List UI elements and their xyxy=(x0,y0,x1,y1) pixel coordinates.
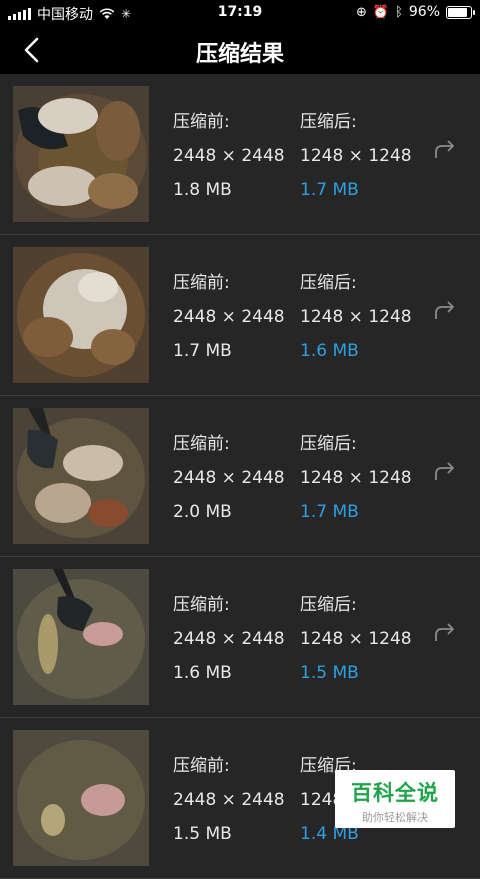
page-title: 压缩结果 xyxy=(195,42,284,67)
bluetooth-icon: ᛒ xyxy=(395,4,403,20)
watermark-title: 百科全说 xyxy=(351,781,439,805)
before-info: 压缩前: 2448 × 2448 1.6 MB xyxy=(173,595,285,683)
result-row: 压缩前: 2448 × 2448 1.8 MB 压缩后: 1248 × 1248… xyxy=(0,74,480,235)
share-arrow-icon xyxy=(435,462,454,480)
after-label: 压缩后: xyxy=(300,273,357,293)
food-photo-thumbnail[interactable] xyxy=(13,247,149,383)
before-dimensions: 2448 × 2448 xyxy=(173,307,285,327)
watermark-logo: 百科全说 助你轻松解决 xyxy=(335,770,455,828)
before-dimensions: 2448 × 2448 xyxy=(173,629,285,649)
before-label: 压缩前: xyxy=(173,273,230,293)
before-label: 压缩前: xyxy=(173,756,230,776)
result-row: 压缩前: 2448 × 2448 2.0 MB 压缩后: 1248 × 1248… xyxy=(0,396,480,557)
before-dimensions: 2448 × 2448 xyxy=(173,790,285,810)
before-size: 1.5 MB xyxy=(173,824,232,844)
nav-bar: 压缩结果 xyxy=(0,26,480,74)
share-arrow-icon xyxy=(435,623,454,641)
before-size: 1.8 MB xyxy=(173,180,232,200)
food-photo-thumbnail[interactable] xyxy=(13,408,149,544)
before-size: 2.0 MB xyxy=(173,502,232,522)
share-arrow-icon xyxy=(435,140,454,158)
alarm-icon: ⏰ xyxy=(372,4,390,20)
status-right: ⊕ ⏰ ᛒ 96% xyxy=(355,4,475,20)
after-info: 压缩后: 1248 × 1248 1.5 MB xyxy=(300,595,412,683)
after-label: 压缩后: xyxy=(300,595,357,615)
after-size: 1.7 MB xyxy=(300,502,359,522)
share-button[interactable] xyxy=(432,297,458,323)
before-dimensions: 2448 × 2448 xyxy=(173,146,285,166)
after-dimensions: 1248 × 1248 xyxy=(300,468,412,488)
food-photo-thumbnail[interactable] xyxy=(13,86,149,222)
before-dimensions: 2448 × 2448 xyxy=(173,468,285,488)
after-size: 1.6 MB xyxy=(300,341,359,361)
before-info: 压缩前: 2448 × 2448 1.5 MB xyxy=(173,756,285,844)
share-arrow-icon xyxy=(435,301,454,319)
battery-fill xyxy=(448,7,468,17)
after-info: 压缩后: 1248 × 1248 1.7 MB xyxy=(300,434,412,522)
watermark-subtitle: 助你轻松解决 xyxy=(362,811,428,824)
battery-icon xyxy=(446,5,475,19)
before-size: 1.6 MB xyxy=(173,663,232,683)
share-button[interactable] xyxy=(432,136,458,162)
food-photo-thumbnail[interactable] xyxy=(13,569,149,705)
share-button[interactable] xyxy=(432,458,458,484)
status-bar: 中国移动 ✳ 17:19 ⊕ ⏰ ᛒ 96% xyxy=(0,0,480,26)
before-info: 压缩前: 2448 × 2448 1.7 MB xyxy=(173,273,285,361)
after-size: 1.7 MB xyxy=(300,180,359,200)
after-dimensions: 1248 × 1248 xyxy=(300,146,412,166)
before-label: 压缩前: xyxy=(173,595,230,615)
after-dimensions: 1248 × 1248 xyxy=(300,629,412,649)
after-label: 压缩后: xyxy=(300,112,357,132)
before-info: 压缩前: 2448 × 2448 2.0 MB xyxy=(173,434,285,522)
result-row: 压缩前: 2448 × 2448 1.6 MB 压缩后: 1248 × 1248… xyxy=(0,557,480,718)
after-dimensions: 1248 × 1248 xyxy=(300,307,412,327)
after-info: 压缩后: 1248 × 1248 1.7 MB xyxy=(300,112,412,200)
before-info: 压缩前: 2448 × 2448 1.8 MB xyxy=(173,112,285,200)
after-info: 压缩后: 1248 × 1248 1.6 MB xyxy=(300,273,412,361)
orientation-lock-icon: ⊕ xyxy=(355,4,367,20)
before-size: 1.7 MB xyxy=(173,341,232,361)
before-label: 压缩前: xyxy=(173,434,230,454)
share-button[interactable] xyxy=(432,619,458,645)
after-label: 压缩后: xyxy=(300,434,357,454)
after-size: 1.5 MB xyxy=(300,663,359,683)
result-list: 压缩前: 2448 × 2448 1.8 MB 压缩后: 1248 × 1248… xyxy=(0,74,480,879)
food-photo-thumbnail[interactable] xyxy=(13,730,149,866)
before-label: 压缩前: xyxy=(173,112,230,132)
result-row: 压缩前: 2448 × 2448 1.7 MB 压缩后: 1248 × 1248… xyxy=(0,235,480,396)
battery-percent: 96% xyxy=(408,4,440,20)
